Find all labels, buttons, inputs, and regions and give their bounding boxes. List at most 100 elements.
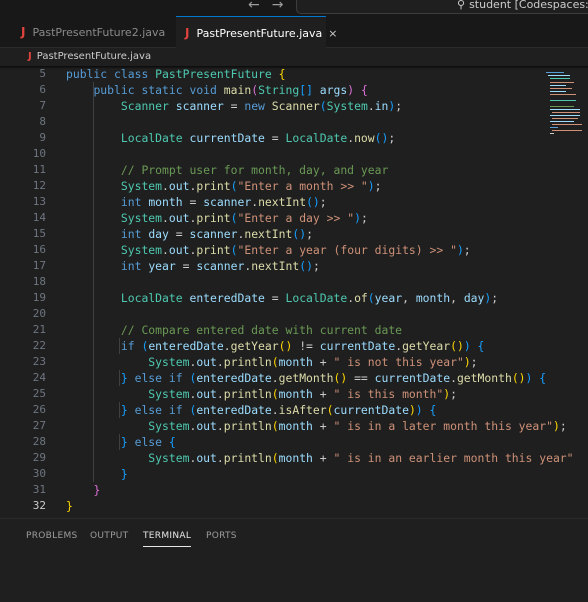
code-text: System.out.println(month + " is this mon… xyxy=(148,387,457,401)
code-text: int day = scanner.nextInt(); xyxy=(120,227,313,241)
arrow-right-icon[interactable]: → xyxy=(272,0,296,13)
code-text: LocalDate enteredDate = LocalDate.of(yea… xyxy=(120,291,499,305)
line-number: 18 xyxy=(32,275,46,288)
code-text: } else if (enteredDate.isAfter(currentDa… xyxy=(120,403,437,417)
minimap-line xyxy=(550,82,574,83)
line-number: 32 xyxy=(32,499,46,512)
breadcrumb[interactable]: J PastPresentFuture.java xyxy=(28,50,151,64)
code-line: 22 if (enteredDate.getYear() != currentD… xyxy=(0,338,540,354)
code-line: 28 } else { xyxy=(0,434,540,450)
line-number: 10 xyxy=(32,147,46,160)
java-file-icon: J xyxy=(21,25,26,39)
code-text: // Compare entered date with current dat… xyxy=(120,323,403,337)
line-number: 27 xyxy=(32,419,46,432)
minimap-line xyxy=(550,115,580,116)
code-line: 14 System.out.print("Enter a day >> "); xyxy=(0,210,540,226)
code-line: 12 System.out.print("Enter a month >> ")… xyxy=(0,178,540,194)
java-file-icon: J xyxy=(185,26,190,40)
code-line: 7 Scanner scanner = new Scanner(System.i… xyxy=(0,98,540,114)
code-line: 16 System.out.print("Enter a year (four … xyxy=(0,242,540,258)
minimap-line xyxy=(550,127,558,128)
code-line: 13 int month = scanner.nextInt(); xyxy=(0,194,540,210)
tab-pastpresentfuture[interactable]: J PastPresentFuture.java × xyxy=(176,16,337,49)
code-line: 11 // Prompt user for month, day, and ye… xyxy=(0,162,540,178)
line-number: 9 xyxy=(39,131,46,144)
code-line: 17 int year = scanner.nextInt(); xyxy=(0,258,540,274)
line-number: 23 xyxy=(32,355,46,368)
tab-terminal[interactable]: TERMINAL xyxy=(143,526,192,547)
line-number: 12 xyxy=(32,179,46,192)
code-text: Scanner scanner = new Scanner(System.in)… xyxy=(120,99,403,113)
code-line: 32} xyxy=(0,498,540,514)
code-text: System.out.print("Enter a month >> "); xyxy=(120,179,382,193)
line-number: 25 xyxy=(32,387,46,400)
tab-output[interactable]: OUTPUT xyxy=(90,526,128,546)
code-line: 27 System.out.println(month + " is in a … xyxy=(0,418,567,434)
minimap-line xyxy=(550,100,576,101)
line-number: 24 xyxy=(32,371,46,384)
code-line: 24 } else if (enteredDate.getMonth() == … xyxy=(0,370,546,386)
code-text: System.out.println(month + " is not this… xyxy=(148,355,478,369)
minimap-line xyxy=(550,109,580,110)
code-text: public static void main(String[] args) { xyxy=(93,83,368,97)
line-number: 29 xyxy=(32,451,46,464)
title-bar: ←→ ⚲student [Codespaces: litera xyxy=(0,0,588,16)
code-text: System.out.print("Enter a year (four dig… xyxy=(120,243,471,257)
minimap-line xyxy=(550,94,576,95)
panel-divider xyxy=(0,518,588,519)
code-text: } xyxy=(93,483,101,497)
panel-tab-bar: PROBLEMS OUTPUT TERMINAL PORTS xyxy=(0,526,588,548)
code-line: 18 xyxy=(0,274,540,290)
command-center[interactable]: ⚲student [Codespaces: litera xyxy=(296,0,588,14)
minimap-line xyxy=(546,72,564,73)
search-icon: ⚲ xyxy=(457,0,466,11)
minimap[interactable] xyxy=(544,70,584,140)
code-line: 9 LocalDate currentDate = LocalDate.now(… xyxy=(0,130,540,146)
tab-pastpresentfuture2[interactable]: J PastPresentFuture2.java xyxy=(21,16,165,48)
line-number: 19 xyxy=(32,291,46,304)
code-line: 5 public class PastPresentFuture { xyxy=(0,66,540,82)
close-icon[interactable]: × xyxy=(328,27,337,40)
code-text: } xyxy=(120,467,128,481)
line-number: 5 xyxy=(39,67,46,80)
code-text: System.out.println(month + " is in a lat… xyxy=(148,419,567,433)
tab-label: PastPresentFuture2.java xyxy=(32,26,166,39)
line-number: 26 xyxy=(32,403,46,416)
line-number: 16 xyxy=(32,243,46,256)
code-text: if (enteredDate.getYear() != currentDate… xyxy=(120,339,485,353)
code-text: int year = scanner.nextInt(); xyxy=(120,259,320,273)
code-text: int month = scanner.nextInt(); xyxy=(120,195,327,209)
arrow-left-icon[interactable]: ← xyxy=(248,0,272,13)
code-line: 15 int day = scanner.nextInt(); xyxy=(0,226,540,242)
minimap-line xyxy=(550,133,554,134)
minimap-line xyxy=(552,124,582,125)
line-number: 30 xyxy=(32,467,46,480)
tab-ports[interactable]: PORTS xyxy=(206,526,237,546)
minimap-line xyxy=(550,121,574,122)
code-line: 29 System.out.println(month + " is in an… xyxy=(0,450,574,466)
code-line: 25 System.out.println(month + " is this … xyxy=(0,386,540,402)
code-line: 8 xyxy=(0,114,540,130)
line-number: 7 xyxy=(39,99,46,112)
code-text: LocalDate currentDate = LocalDate.now(); xyxy=(120,131,396,145)
line-number: 28 xyxy=(32,435,46,448)
line-number: 14 xyxy=(32,211,46,224)
line-number: 22 xyxy=(32,339,46,352)
minimap-line xyxy=(552,112,580,113)
code-line: 30 } xyxy=(0,466,540,482)
breadcrumb-file: PastPresentFuture.java xyxy=(36,51,152,62)
code-line: 31 } xyxy=(0,482,540,498)
code-line: 10 xyxy=(0,146,540,162)
code-text: } xyxy=(66,499,73,513)
command-center-text: student [Codespaces: litera xyxy=(469,0,588,11)
minimap-line xyxy=(550,88,572,89)
code-text: // Prompt user for month, day, and year xyxy=(120,163,389,177)
editor-tab-bar: J PastPresentFuture2.java J PastPresentFut… xyxy=(0,16,588,49)
line-number: 20 xyxy=(32,307,46,320)
tab-problems[interactable]: PROBLEMS xyxy=(26,526,78,546)
java-file-icon: J xyxy=(28,51,32,62)
line-number: 11 xyxy=(32,163,46,176)
code-editor[interactable]: 5 public class PastPresentFuture { 6 publ… xyxy=(0,66,588,513)
code-text: System.out.println(month + " is in an ea… xyxy=(148,451,574,465)
line-number: 21 xyxy=(32,323,46,336)
